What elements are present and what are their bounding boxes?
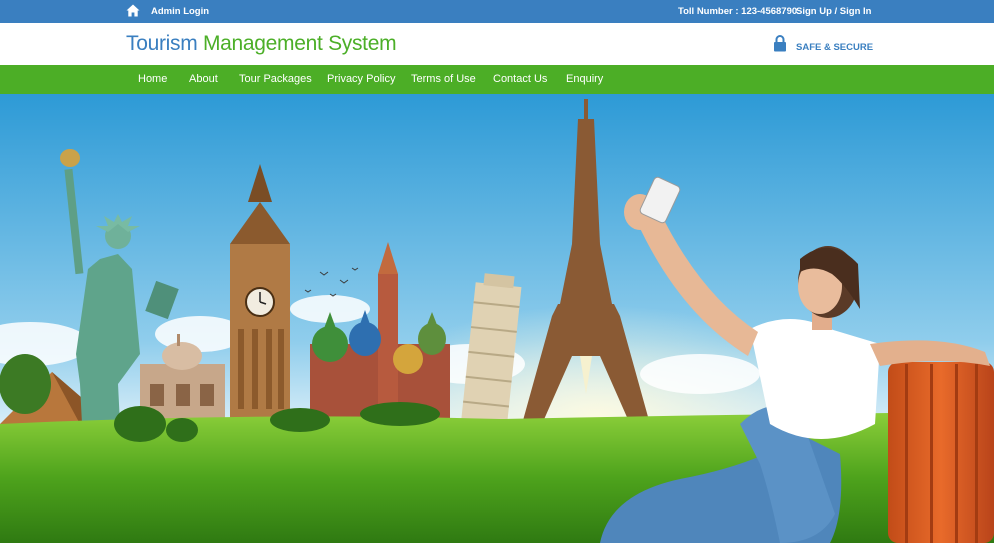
admin-login-link[interactable]: Admin Login <box>151 6 209 17</box>
brand-text-primary: Tourism <box>126 32 198 55</box>
main-nav: Home About Tour Packages Privacy Policy … <box>0 65 994 94</box>
site-header: Tourism Management System SAFE & SECURE <box>0 23 994 65</box>
page: Admin Login Toll Number : 123-4568790 Si… <box>0 0 994 543</box>
toll-number: Toll Number : 123-4568790 <box>678 6 798 17</box>
nav-terms-of-use[interactable]: Terms of Use <box>411 73 476 85</box>
nav-contact-us[interactable]: Contact Us <box>493 73 547 85</box>
brand-text-secondary: Management System <box>202 32 397 55</box>
suitcase <box>888 362 994 543</box>
top-bar: Admin Login Toll Number : 123-4568790 Si… <box>0 0 994 23</box>
hero-banner <box>0 94 994 543</box>
nav-tour-packages[interactable]: Tour Packages <box>239 73 312 85</box>
site-logo[interactable]: Tourism Management System <box>126 32 397 56</box>
hero-image <box>0 94 994 543</box>
nav-about[interactable]: About <box>189 73 218 85</box>
lock-icon <box>774 35 786 52</box>
signup-signin-link[interactable]: Sign Up / Sign In <box>796 6 871 17</box>
nav-enquiry[interactable]: Enquiry <box>566 73 603 85</box>
nav-home[interactable]: Home <box>138 73 167 85</box>
home-icon[interactable] <box>126 4 140 17</box>
safe-secure-label: SAFE & SECURE <box>796 42 874 53</box>
nav-privacy-policy[interactable]: Privacy Policy <box>327 73 395 85</box>
